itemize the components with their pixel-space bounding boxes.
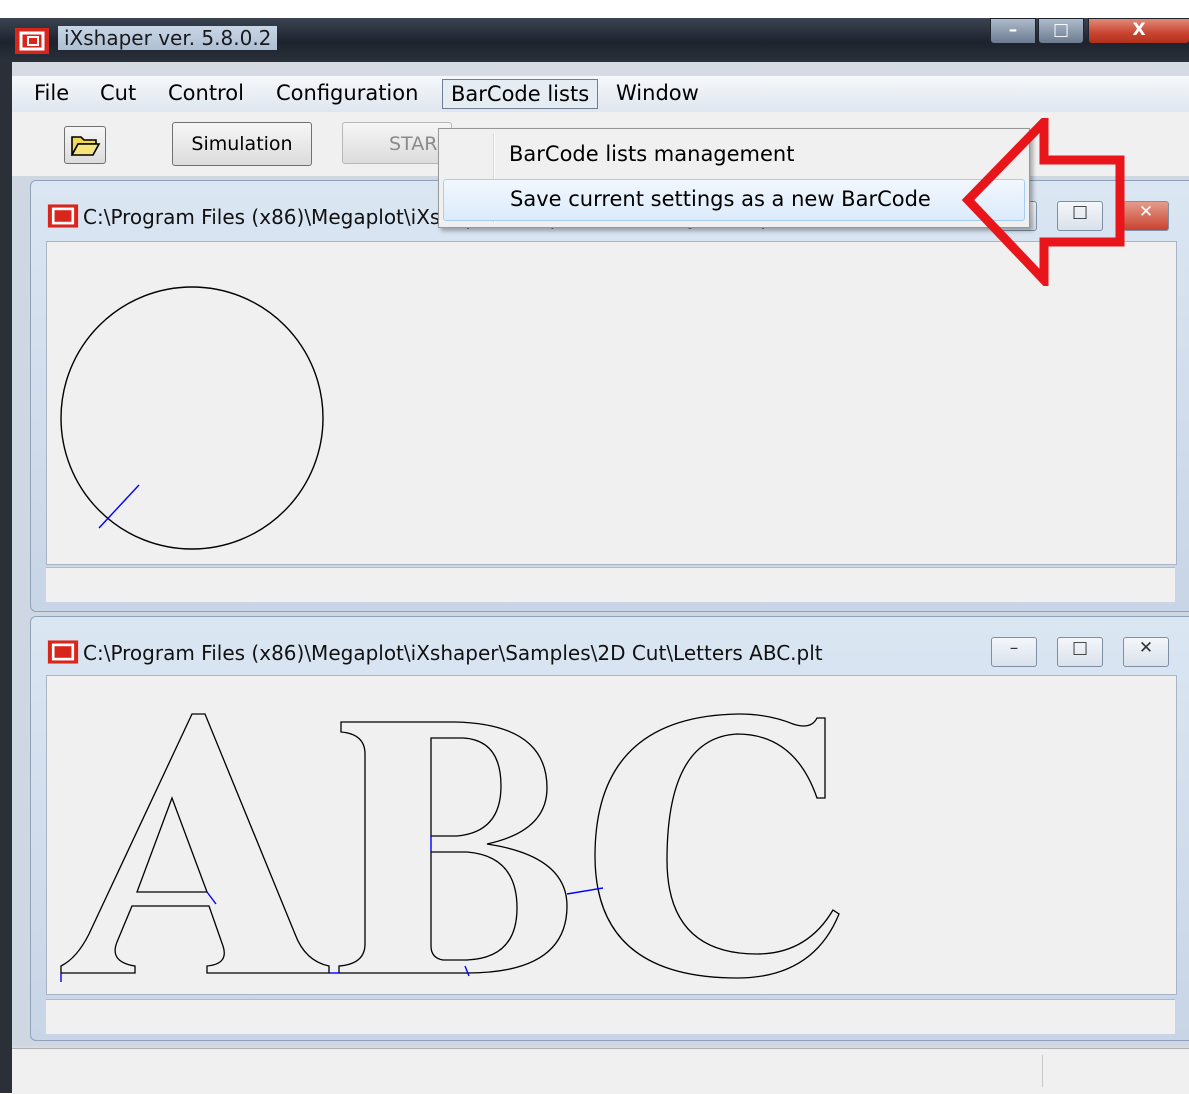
travel-path-line: [98, 484, 140, 529]
title-bar: iXshaper ver. 5.8.0.2 – □ X: [0, 18, 1189, 62]
minimize-icon: –: [1009, 638, 1019, 658]
travel-paths: [60, 836, 604, 982]
cylinder-drawing: [60, 286, 324, 550]
window-status-bar: [46, 567, 1175, 602]
cut-path-circle: [60, 286, 324, 550]
annotation-arrow-icon: [961, 118, 1125, 286]
menu-cut[interactable]: Cut: [92, 79, 144, 107]
minimize-button[interactable]: –: [990, 18, 1036, 44]
app-logo-icon: [15, 28, 49, 54]
menu-configuration[interactable]: Configuration: [268, 79, 426, 107]
app-logo-icon: [47, 204, 79, 228]
maximize-button[interactable]: □: [1038, 18, 1084, 44]
child-minimize-button[interactable]: –: [991, 637, 1037, 667]
status-divider: [1042, 1055, 1043, 1087]
start-button[interactable]: STAR: [342, 122, 452, 164]
app-window: iXshaper ver. 5.8.0.2 – □ X File Cut Con…: [0, 18, 1189, 1094]
letter-a-outline: [60, 713, 330, 974]
menu-file[interactable]: File: [26, 79, 77, 107]
menu-item-save-as-new-barcode[interactable]: Save current settings as a new BarCode: [443, 179, 1025, 221]
app-title: iXshaper ver. 5.8.0.2: [58, 26, 278, 50]
folder-open-icon: [70, 136, 101, 156]
drawing-canvas[interactable]: [46, 241, 1177, 565]
window-title: C:\Program Files (x86)\Megaplot\iXshaper…: [83, 641, 823, 665]
minimize-icon: –: [1008, 20, 1018, 40]
status-bar: [12, 1048, 1189, 1094]
menu-bar: File Cut Control Configuration BarCode l…: [12, 76, 1189, 112]
menu-window[interactable]: Window: [608, 79, 707, 107]
letter-b-counter-bottom: [430, 851, 518, 961]
child-window-letters-abc: C:\Program Files (x86)\Megaplot\iXshaper…: [30, 616, 1189, 1041]
drawing-canvas[interactable]: [46, 675, 1177, 995]
menu-control[interactable]: Control: [160, 79, 252, 107]
simulation-button[interactable]: Simulation: [172, 122, 312, 166]
letter-b-outline: [338, 721, 568, 974]
mdi-workspace: C:\Program Files (x86)\Megaplot\iXshaper…: [12, 176, 1189, 1046]
close-icon: X: [1132, 20, 1146, 40]
letter-a-counter: [136, 796, 208, 893]
menu-barcode-lists[interactable]: BarCode lists: [442, 79, 599, 109]
maximize-icon: □: [1071, 638, 1089, 658]
barcode-lists-dropdown: BarCode lists management Save current se…: [438, 128, 1030, 228]
child-maximize-button[interactable]: □: [1057, 637, 1103, 667]
open-file-button[interactable]: [64, 126, 106, 164]
letters-abc-drawing: [60, 713, 840, 982]
letter-b-counter-top: [430, 737, 502, 837]
maximize-icon: □: [1052, 20, 1070, 40]
menu-item-barcode-lists-management[interactable]: BarCode lists management: [443, 135, 1023, 175]
letter-c-outline: [594, 713, 840, 979]
window-frame-edge: [0, 62, 12, 1093]
close-button[interactable]: X: [1088, 18, 1189, 44]
child-close-button[interactable]: ✕: [1123, 637, 1169, 667]
close-icon: ✕: [1138, 638, 1154, 658]
window-status-bar: [46, 999, 1175, 1034]
app-logo-icon: [47, 640, 79, 664]
